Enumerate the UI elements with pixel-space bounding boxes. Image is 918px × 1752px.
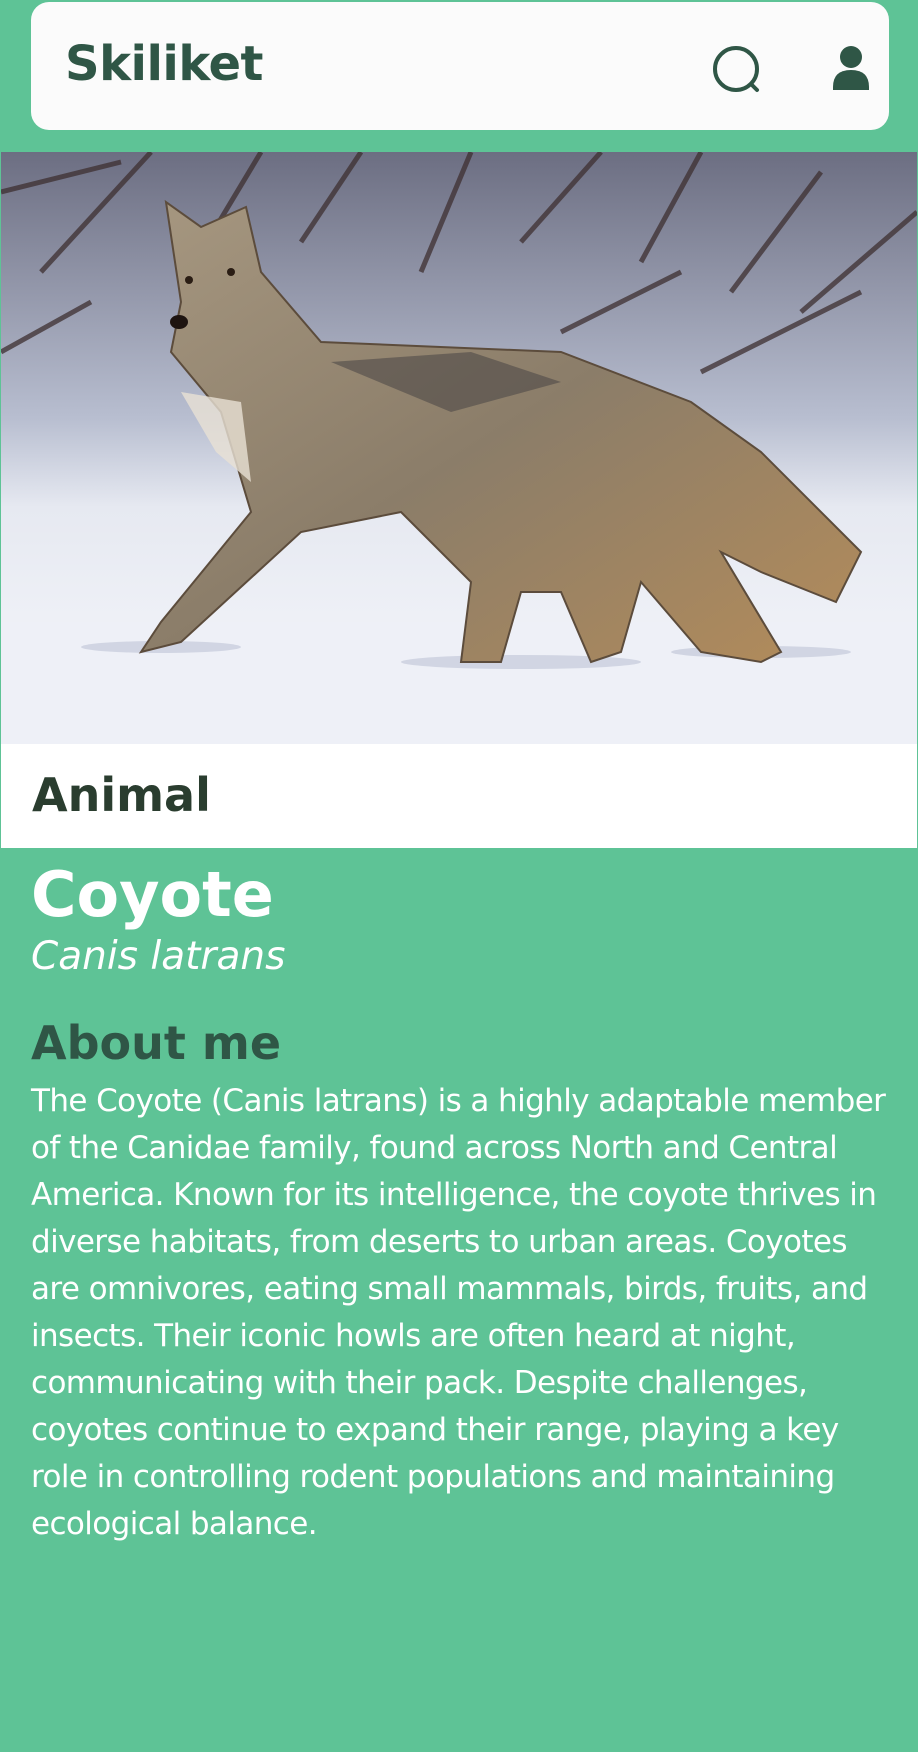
scientific-name: Canis latrans [31, 934, 286, 979]
app-title[interactable]: Skiliket [65, 36, 263, 92]
user-icon [833, 46, 869, 90]
about-description: The Coyote (Canis latrans) is a highly a… [31, 1083, 886, 1542]
user-account-button[interactable] [816, 36, 886, 106]
about-heading: About me [31, 1016, 282, 1070]
search-icon [713, 46, 759, 92]
species-category: Animal [32, 768, 211, 822]
app-header: Skiliket [31, 2, 889, 130]
search-button[interactable] [703, 36, 773, 106]
category-bar: Animal [1, 744, 917, 848]
species-photo [1, 152, 917, 744]
species-name: Coyote [31, 858, 274, 931]
